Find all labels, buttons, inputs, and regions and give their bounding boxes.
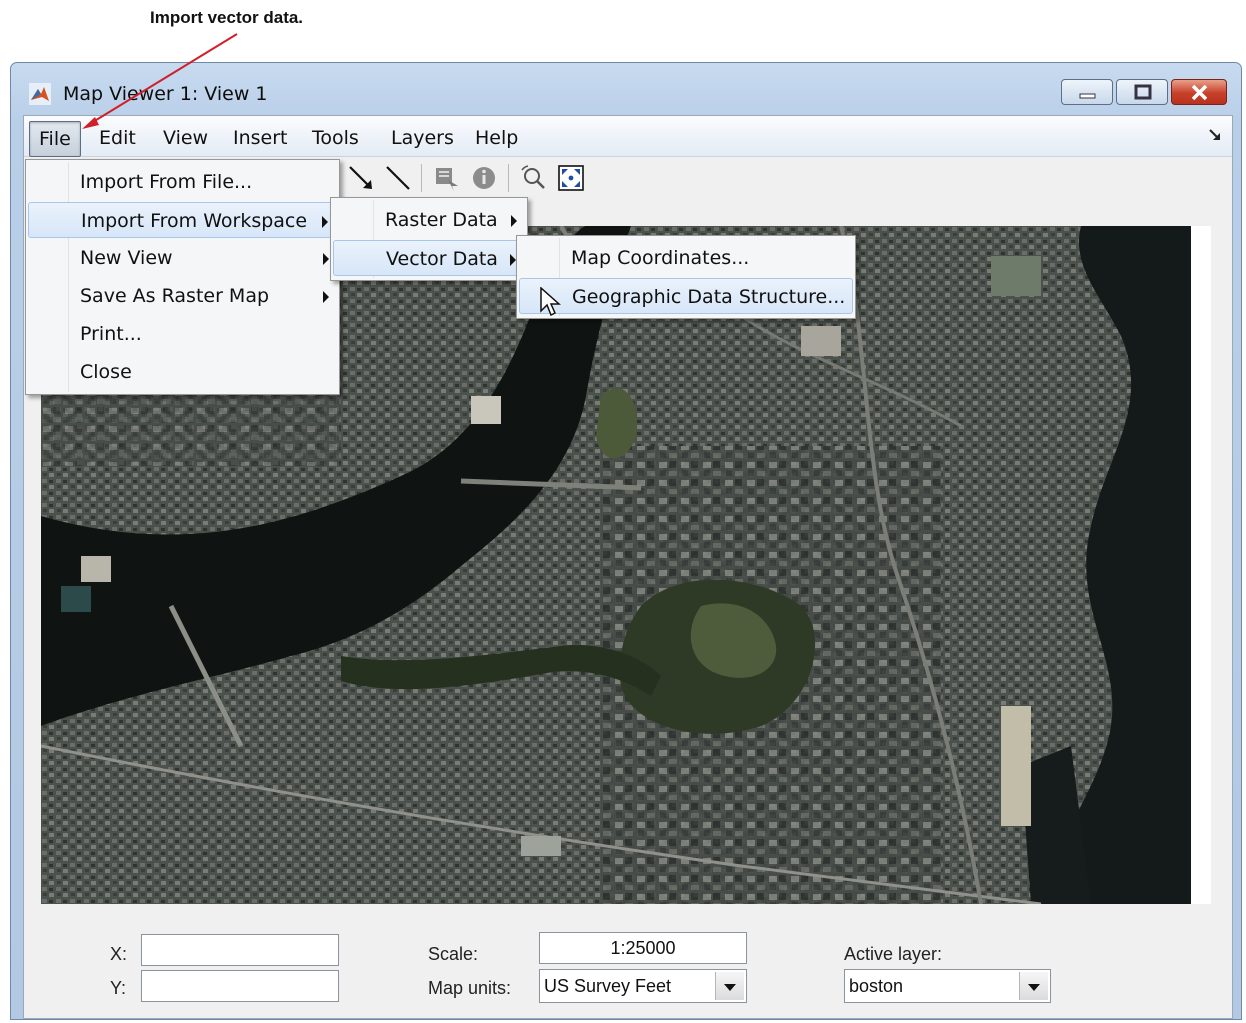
active-layer-label: Active layer: (844, 944, 943, 964)
chevron-down-icon[interactable] (715, 972, 744, 1000)
menu-help[interactable]: Help (469, 124, 524, 152)
file-menu: Import From File... Import From Workspac… (25, 159, 340, 395)
toolbar-separator (421, 164, 422, 192)
map-units-label: Map units: (428, 978, 512, 998)
vector-data-submenu: Map Coordinates... Geographic Data Struc… (516, 235, 856, 319)
menu-item-import-from-file[interactable]: Import From File... (28, 164, 337, 200)
menu-edit[interactable]: Edit (93, 124, 142, 152)
mouse-cursor-icon (540, 287, 561, 317)
menu-item-vector-data[interactable]: Vector Data (333, 240, 525, 276)
select-arrow-icon[interactable] (347, 164, 375, 192)
active-layer-select[interactable]: boston (844, 969, 1051, 1003)
menu-item-label: Print... (80, 323, 142, 345)
scale-label: Scale: (428, 944, 479, 964)
menu-item-close[interactable]: Close (28, 354, 337, 390)
menu-tools[interactable]: Tools (306, 124, 365, 152)
scale-field[interactable]: 1:25000 (539, 932, 747, 964)
menu-item-new-view[interactable]: New View (28, 240, 337, 276)
menu-item-label: Close (80, 361, 132, 383)
menu-item-label: Import From Workspace (81, 210, 308, 232)
minimize-icon (1079, 93, 1096, 99)
fit-extent-icon[interactable] (557, 164, 585, 192)
close-button[interactable] (1171, 79, 1227, 105)
menu-layers[interactable]: Layers (385, 124, 460, 152)
minimize-button[interactable] (1061, 79, 1113, 105)
zoom-icon[interactable] (519, 164, 547, 192)
submenu-arrow-icon (322, 216, 328, 228)
menu-item-geographic-data-structure[interactable]: Geographic Data Structure... (519, 278, 853, 314)
map-units-select[interactable]: US Survey Feet (539, 969, 747, 1003)
submenu-arrow-icon (323, 253, 329, 265)
annotation-label: Import vector data. (150, 8, 304, 27)
submenu-arrow-icon (323, 291, 329, 303)
menu-item-label: Geographic Data Structure... (572, 286, 846, 308)
maximize-button[interactable] (1116, 79, 1168, 105)
submenu-arrow-icon (511, 215, 517, 227)
x-label: X: (110, 944, 128, 964)
menu-insert[interactable]: Insert (227, 124, 294, 152)
menu-item-import-from-workspace[interactable]: Import From Workspace (28, 202, 337, 238)
workspace-submenu: Raster Data Vector Data (330, 197, 528, 281)
maximize-icon (1134, 84, 1152, 100)
dock-arrow-icon[interactable] (1208, 128, 1222, 142)
menu-bar: File Edit View Insert Tools Layers Help (24, 116, 1232, 157)
toolbar-separator (508, 164, 509, 192)
map-units-value: US Survey Feet (544, 976, 672, 996)
title-bar: Map Viewer 1: View 1 (11, 63, 1241, 115)
status-bar: X: Y: Scale: 1:25000 Map units: US Surve… (24, 916, 1232, 1018)
datatip-icon[interactable] (432, 164, 460, 192)
menu-item-label: Raster Data (385, 209, 498, 231)
menu-item-save-as-raster-map[interactable]: Save As Raster Map (28, 278, 337, 314)
menu-item-label: New View (80, 247, 173, 269)
close-icon (1191, 84, 1208, 101)
window-title: Map Viewer 1: View 1 (63, 83, 268, 105)
menu-item-label: Import From File... (80, 171, 253, 193)
menu-item-label: Vector Data (386, 248, 498, 270)
menu-file[interactable]: File (29, 121, 81, 157)
matlab-icon (29, 83, 51, 105)
menu-item-map-coordinates[interactable]: Map Coordinates... (519, 240, 853, 276)
x-field[interactable] (141, 934, 339, 966)
y-field[interactable] (141, 970, 339, 1002)
menu-item-print[interactable]: Print... (28, 316, 337, 352)
menu-item-label: Map Coordinates... (571, 247, 750, 269)
menu-view[interactable]: View (157, 124, 214, 152)
line-icon[interactable] (384, 164, 412, 192)
y-label: Y: (110, 978, 127, 998)
menu-item-raster-data[interactable]: Raster Data (333, 202, 525, 238)
chevron-down-icon[interactable] (1019, 972, 1048, 1000)
info-icon[interactable] (470, 164, 498, 192)
menu-item-label: Save As Raster Map (80, 285, 270, 307)
active-layer-value: boston (849, 976, 904, 996)
